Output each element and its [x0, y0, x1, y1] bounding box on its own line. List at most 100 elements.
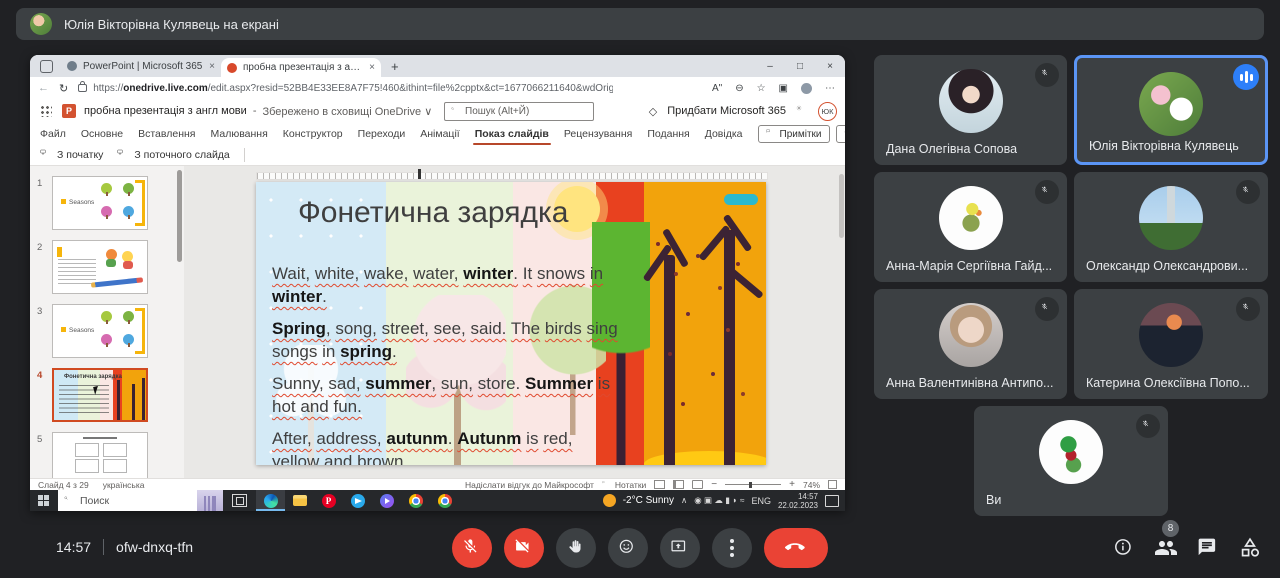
- ribbon-tab-view[interactable]: Подання: [647, 128, 689, 140]
- participant-tile-speaking[interactable]: Юлія Вікторівна Кулявець: [1074, 55, 1268, 165]
- settings-gear-icon[interactable]: [796, 105, 808, 117]
- url-text[interactable]: https://onedrive.live.com/edit.aspx?resi…: [93, 83, 613, 94]
- ribbon-tab-slideshow[interactable]: Показ слайдів: [475, 128, 549, 140]
- taskbar-pinterest-icon[interactable]: P: [314, 490, 343, 511]
- participant-tile[interactable]: Олександр Олександрови...: [1074, 172, 1268, 282]
- activities-button[interactable]: [1238, 536, 1262, 560]
- leave-call-button[interactable]: [764, 528, 828, 568]
- raise-hand-button[interactable]: [556, 528, 596, 568]
- ribbon-tab-transitions[interactable]: Переходи: [358, 128, 406, 140]
- ribbon-tab-design[interactable]: Конструктор: [283, 128, 343, 140]
- task-view-icon[interactable]: [232, 494, 247, 507]
- participant-tile[interactable]: Дана Олегівна Сопова: [874, 55, 1067, 165]
- participant-tile[interactable]: Анна Валентинівна Антипо...: [874, 289, 1067, 399]
- buy-microsoft365-link[interactable]: Придбати Microsoft 365: [667, 105, 786, 117]
- taskbar-edge-icon[interactable]: [256, 490, 285, 511]
- feedback-link[interactable]: Надіслати відгук до Майкрософт: [465, 480, 594, 490]
- ppt-search-box[interactable]: Пошук (Alt+Й): [444, 102, 594, 121]
- weather-text[interactable]: -2°C Sunny: [623, 495, 674, 506]
- browser-tab-powerpoint[interactable]: PowerPoint | Microsoft 365 ×: [61, 55, 221, 77]
- browser-profile-avatar[interactable]: [801, 83, 812, 94]
- zoom-percentage[interactable]: 74%: [803, 480, 820, 490]
- more-options-button[interactable]: [712, 528, 752, 568]
- powerpoint-logo[interactable]: P: [62, 104, 76, 118]
- slide-title[interactable]: Фонетична зарядка: [298, 196, 568, 230]
- collections-icon[interactable]: ▣: [779, 83, 788, 94]
- browser-tab-presentation[interactable]: пробна презентація з англ мов ×: [221, 58, 381, 77]
- action-center-icon[interactable]: [825, 495, 839, 507]
- slide-thumbnail-2[interactable]: [52, 240, 148, 294]
- mic-toggle-button[interactable]: [452, 528, 492, 568]
- keyboard-language[interactable]: ENG: [751, 496, 771, 506]
- ribbon-tab-file[interactable]: Файл: [40, 128, 66, 140]
- ribbon-tab-home[interactable]: Основне: [81, 128, 123, 140]
- taskbar-media-icon[interactable]: [372, 490, 401, 511]
- refresh-button[interactable]: ↻: [59, 82, 68, 95]
- slide-thumbnail-3[interactable]: Seasons: [52, 304, 148, 358]
- taskbar-explorer-icon[interactable]: [285, 490, 314, 511]
- zoom-out-button[interactable]: −: [711, 479, 717, 490]
- file-title[interactable]: пробна презентація з англ мови: [84, 105, 247, 117]
- taskbar-chrome2-icon[interactable]: [430, 490, 459, 511]
- taskbar-search[interactable]: Поиск: [58, 490, 223, 511]
- from-beginning-button[interactable]: З початку: [40, 149, 103, 161]
- participant-tile[interactable]: Анна-Марія Сергіївна Гайд...: [874, 172, 1067, 282]
- present-screen-button[interactable]: [660, 528, 700, 568]
- reactions-button[interactable]: [608, 528, 648, 568]
- favorites-icon[interactable]: ☆: [757, 83, 766, 94]
- taskbar-chrome-icon[interactable]: [401, 490, 430, 511]
- tab1-close-icon[interactable]: ×: [209, 61, 215, 72]
- minimize-button[interactable]: –: [755, 61, 785, 72]
- zoom-icon[interactable]: ⊖: [735, 83, 743, 94]
- participant-tile[interactable]: Катерина Олексіївна Попо...: [1074, 289, 1268, 399]
- normal-view-icon[interactable]: [654, 480, 665, 489]
- ribbon-tab-draw[interactable]: Малювання: [210, 128, 267, 140]
- tab-list-icon[interactable]: [40, 60, 53, 73]
- zoom-slider[interactable]: [725, 484, 781, 485]
- panel-scrollbar[interactable]: [177, 170, 182, 262]
- read-aloud-icon[interactable]: A": [712, 83, 722, 94]
- app-launcher-icon[interactable]: [40, 105, 52, 117]
- close-button[interactable]: ×: [815, 61, 845, 72]
- camera-toggle-button[interactable]: [504, 528, 544, 568]
- slide-thumbnail-5[interactable]: [52, 432, 148, 478]
- browser-tabstrip: PowerPoint | Microsoft 365 × пробна през…: [30, 55, 845, 77]
- slide-paragraph: After, address, autunm. Autunm is red, y…: [272, 427, 620, 465]
- self-tile[interactable]: Ви: [974, 406, 1168, 516]
- ribbon-tab-animations[interactable]: Анімації: [420, 128, 459, 140]
- participants-button[interactable]: [1154, 536, 1178, 560]
- taskbar-clock[interactable]: 14:5722.02.2023: [778, 492, 818, 510]
- account-avatar[interactable]: ЮК: [818, 102, 837, 121]
- thumb2-number: 2: [37, 242, 42, 253]
- slide-thumbnail-1[interactable]: Seasons: [52, 176, 148, 230]
- maximize-button[interactable]: □: [785, 61, 815, 72]
- saved-status[interactable]: Збережено в сховищі OneDrive ∨: [262, 105, 432, 118]
- fit-slide-icon[interactable]: [828, 480, 837, 489]
- back-button[interactable]: ←: [38, 82, 49, 94]
- slide-sorter-icon[interactable]: [673, 480, 684, 489]
- language-indicator[interactable]: українська: [103, 480, 145, 490]
- tray-expand-icon[interactable]: ∧: [681, 495, 687, 506]
- system-tray-icons[interactable]: ◉ ▣ ☁ ▮ ◗ ≈: [694, 495, 744, 506]
- ribbon-tab-review[interactable]: Рецензування: [564, 128, 632, 140]
- slide-body-text[interactable]: Wait, white, wake, water, winter. It sno…: [272, 262, 620, 465]
- document-scrollbar[interactable]: [839, 174, 844, 238]
- catchup-icon[interactable]: [836, 125, 846, 143]
- weather-icon[interactable]: [603, 494, 616, 507]
- comments-button[interactable]: Примітки: [758, 125, 830, 143]
- start-button[interactable]: [38, 495, 50, 507]
- taskbar-telegram-icon[interactable]: [343, 490, 372, 511]
- slideshow-view-icon[interactable]: [692, 480, 703, 489]
- chat-button[interactable]: [1196, 536, 1220, 560]
- ribbon-tab-help[interactable]: Довідка: [705, 128, 743, 140]
- tab2-close-icon[interactable]: ×: [369, 62, 375, 73]
- browser-menu-icon[interactable]: ⋯: [825, 83, 835, 94]
- slide-thumbnail-4-selected[interactable]: Фонетична зарядка: [52, 368, 148, 422]
- slide-canvas[interactable]: Фонетична зарядка Wait, white, wake, wat…: [256, 182, 766, 465]
- from-current-slide-button[interactable]: З поточного слайда: [117, 149, 229, 161]
- new-tab-button[interactable]: +: [391, 59, 399, 74]
- meeting-details-button[interactable]: [1112, 536, 1136, 560]
- notes-button[interactable]: Нотатки: [602, 480, 646, 490]
- zoom-in-button[interactable]: +: [789, 479, 795, 490]
- ribbon-tab-insert[interactable]: Вставлення: [138, 128, 195, 140]
